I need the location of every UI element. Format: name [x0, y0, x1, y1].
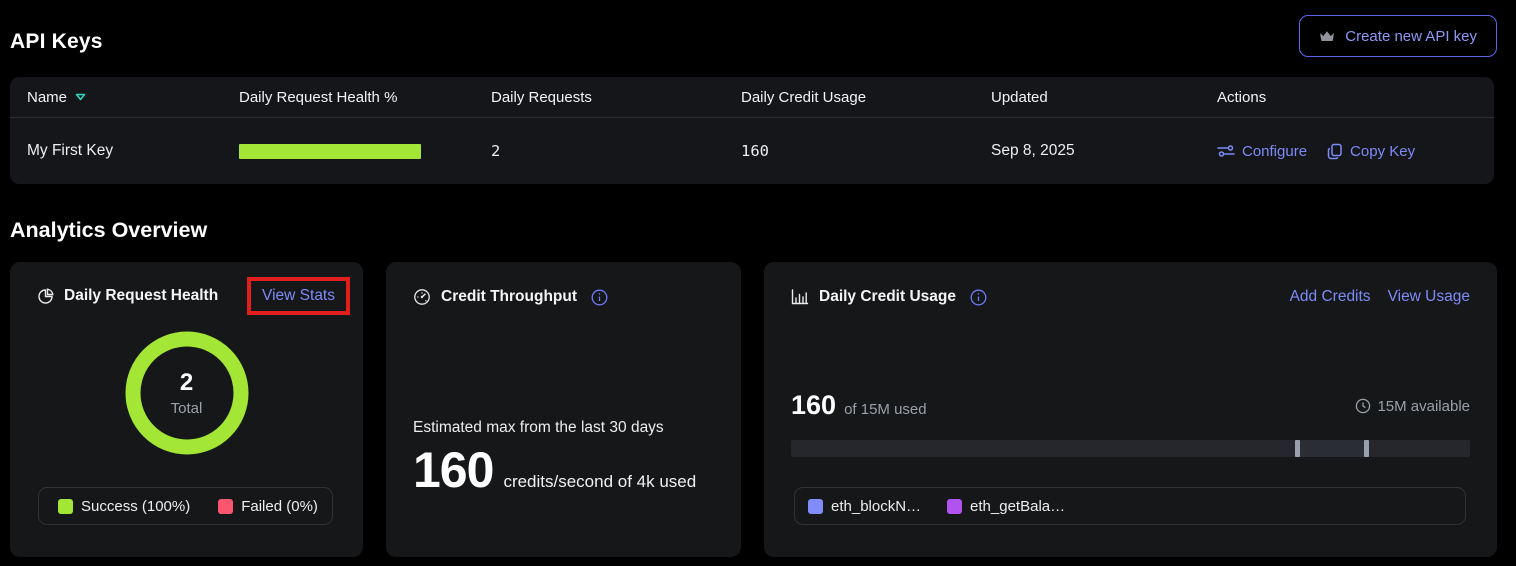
actions-cell: Configure Copy Key — [1217, 143, 1477, 160]
api-keys-table: Name Daily Request Health % Daily Reques… — [10, 77, 1494, 184]
usage-marker-2 — [1364, 440, 1369, 457]
credits-available: 15M available — [1355, 398, 1470, 415]
view-stats-link[interactable]: View Stats — [262, 287, 335, 304]
card-title: Credit Throughput — [441, 288, 577, 306]
updated-cell: Sep 8, 2025 — [991, 142, 1217, 160]
crown-icon — [1319, 30, 1335, 43]
credits-used-value: 160 — [791, 392, 836, 419]
clock-icon — [1355, 398, 1371, 414]
analytics-overview-title: Analytics Overview — [10, 218, 207, 243]
view-usage-link[interactable]: View Usage — [1388, 288, 1470, 306]
add-credits-link[interactable]: Add Credits — [1290, 288, 1371, 306]
column-header-daily-credit-usage[interactable]: Daily Credit Usage — [741, 89, 991, 106]
card-title: Daily Request Health — [64, 287, 218, 305]
key-name-cell: My First Key — [27, 142, 239, 160]
throughput-value: 160 — [413, 445, 493, 495]
configure-button[interactable]: Configure — [1217, 143, 1307, 160]
copy-key-label: Copy Key — [1350, 143, 1415, 160]
column-header-actions: Actions — [1217, 89, 1477, 106]
credit-usage-progress-bar — [791, 440, 1470, 457]
copy-icon — [1327, 143, 1343, 160]
credit-throughput-card: Credit Throughput Estimated max from the… — [386, 262, 741, 557]
column-name-label: Name — [27, 89, 67, 106]
column-header-daily-requests[interactable]: Daily Requests — [491, 89, 741, 106]
legend-item-failed: Failed (0%) — [218, 498, 318, 515]
analytics-cards: Daily Request Health View Stats 2 Total … — [10, 262, 1497, 557]
copy-key-button[interactable]: Copy Key — [1327, 143, 1415, 160]
sliders-icon — [1217, 144, 1235, 158]
legend-item-eth-getbalance: eth_getBala… — [947, 498, 1065, 515]
eth-getbalance-swatch — [947, 499, 962, 514]
health-bar-cell — [239, 144, 491, 159]
column-header-name[interactable]: Name — [27, 89, 239, 106]
usage-marker-1 — [1295, 440, 1300, 457]
pie-chart-icon — [37, 288, 54, 305]
progress-segment — [1295, 440, 1364, 457]
sort-down-icon[interactable] — [75, 93, 86, 101]
column-header-updated[interactable]: Updated — [991, 89, 1217, 106]
legend-item-success: Success (100%) — [58, 498, 190, 515]
daily-credit-usage-card: Daily Credit Usage Add Credits View Usag… — [764, 262, 1497, 557]
info-icon[interactable] — [591, 289, 608, 306]
daily-credit-usage-cell: 160 — [741, 142, 991, 160]
daily-request-health-card: Daily Request Health View Stats 2 Total … — [10, 262, 363, 557]
bar-chart-icon — [791, 289, 809, 305]
eth-blocknumber-swatch — [808, 499, 823, 514]
health-bar — [239, 144, 421, 159]
failed-swatch — [218, 499, 233, 514]
credits-used-suffix: of 15M used — [844, 401, 927, 418]
throughput-suffix: credits/second of 4k used — [503, 472, 696, 492]
donut-total-value: 2 — [180, 369, 193, 397]
table-row: My First Key 2 160 Sep 8, 2025 Configure… — [10, 118, 1494, 184]
donut-total-label: Total — [171, 400, 203, 417]
credits-available-label: 15M available — [1377, 398, 1470, 415]
gauge-icon — [413, 288, 431, 306]
card-title: Daily Credit Usage — [819, 288, 956, 306]
page-title: API Keys — [10, 30, 103, 54]
create-api-key-label: Create new API key — [1345, 28, 1477, 45]
configure-label: Configure — [1242, 143, 1307, 160]
legend-item-eth-blocknumber: eth_blockN… — [808, 498, 921, 515]
success-swatch — [58, 499, 73, 514]
create-api-key-button[interactable]: Create new API key — [1299, 15, 1497, 57]
info-icon[interactable] — [970, 289, 987, 306]
request-health-donut-chart: 2 Total — [125, 331, 249, 455]
table-header-row: Name Daily Request Health % Daily Reques… — [10, 77, 1494, 118]
throughput-subtitle: Estimated max from the last 30 days — [413, 419, 714, 437]
usage-legend: eth_blockN… eth_getBala… — [794, 487, 1466, 525]
daily-requests-cell: 2 — [491, 142, 741, 160]
health-legend: Success (100%) Failed (0%) — [38, 487, 333, 525]
view-stats-annotation-box: View Stats — [247, 277, 350, 315]
column-header-health[interactable]: Daily Request Health % — [239, 89, 491, 106]
